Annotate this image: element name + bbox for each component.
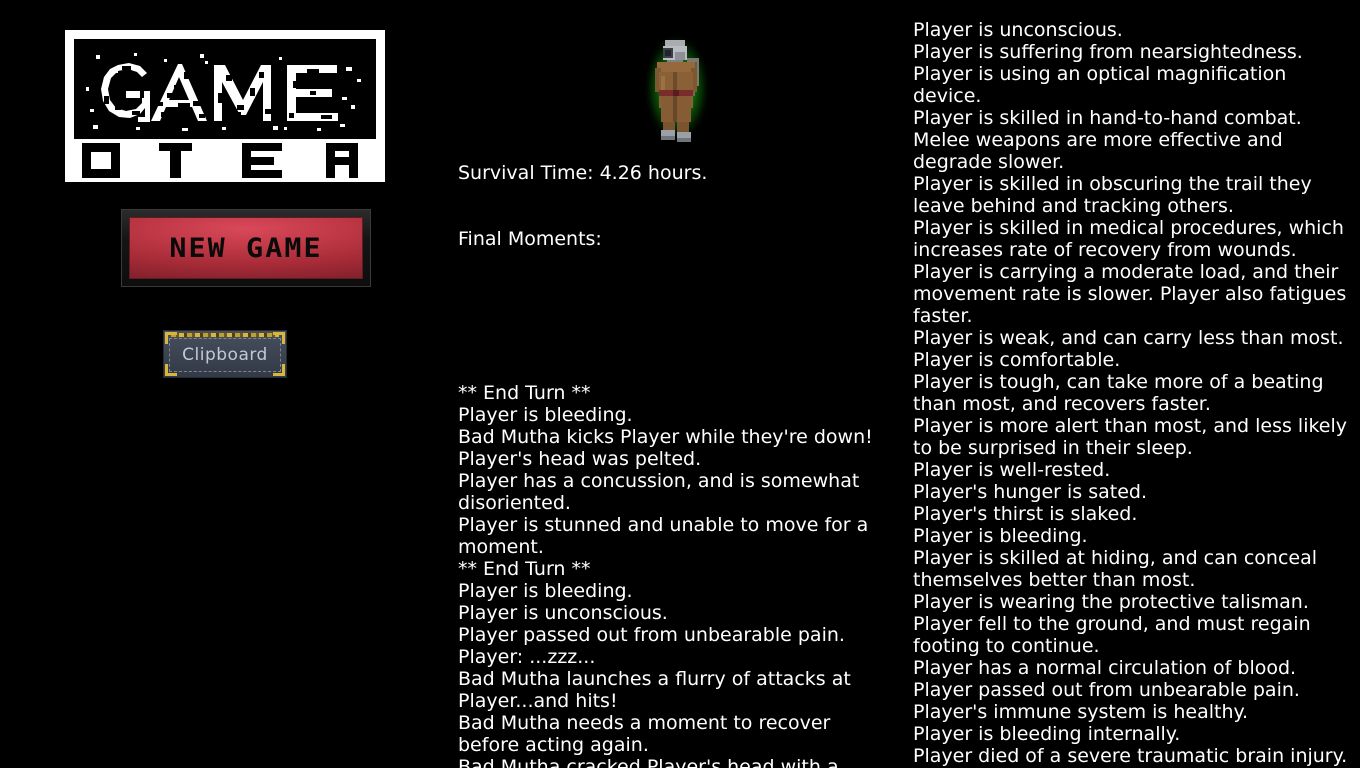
logo-over-text xyxy=(82,143,358,178)
right-panel: Player is unconscious. Player is sufferin… xyxy=(905,0,1360,768)
event-log-line: Player has a concussion, and is somewhat… xyxy=(458,470,860,514)
status-line: Player is skilled in hand-to-hand combat… xyxy=(913,107,1302,173)
status-line: Player is skilled in medical procedures,… xyxy=(913,217,1344,261)
status-line: Player is wearing the protective talisma… xyxy=(913,591,1309,613)
event-log-line: Player is bleeding. xyxy=(458,404,633,426)
final-moments-heading: Final Moments: xyxy=(458,228,602,250)
survival-time-text: Survival Time: 4.26 hours. xyxy=(458,162,708,184)
player-sprite-icon xyxy=(643,32,711,144)
event-log-line: ** End Turn ** xyxy=(458,382,591,404)
new-game-button-face[interactable]: NEW GAME xyxy=(129,217,363,279)
center-panel: Survival Time: 4.26 hours. Final Moments… xyxy=(450,0,905,768)
status-line: Player is carrying a moderate load, and … xyxy=(913,261,1347,327)
clipboard-button[interactable]: Clipboard xyxy=(163,330,287,378)
status-line: Player is unconscious. xyxy=(913,19,1123,41)
status-line: Player has a normal circulation of blood… xyxy=(913,657,1297,679)
status-line: Player died of a severe traumatic brain … xyxy=(913,745,1348,767)
event-log-line: Bad Mutha kicks Player while they're dow… xyxy=(458,426,873,448)
status-line: Player is more alert than most, and less… xyxy=(913,415,1348,459)
event-log[interactable]: ** End Turn ** Player is bleeding. Bad Mut… xyxy=(458,382,882,768)
status-line: Player is skilled at hiding, and can con… xyxy=(913,547,1318,591)
clipboard-button-label: Clipboard xyxy=(182,345,268,365)
game-over-logo xyxy=(65,30,385,182)
event-log-line: Bad Mutha needs a moment to recover befo… xyxy=(458,712,831,756)
new-game-button[interactable]: NEW GAME xyxy=(121,209,371,287)
clipboard-button-inner[interactable]: Clipboard xyxy=(169,338,281,372)
left-panel: NEW GAME Clipboard xyxy=(0,0,450,768)
event-log-line: Player passed out from unbearable pain. xyxy=(458,624,845,646)
status-line: Player passed out from unbearable pain. xyxy=(913,679,1300,701)
event-log-line: Bad Mutha cracked Player's head with a s… xyxy=(458,756,839,768)
logo-game-panel xyxy=(74,39,376,139)
player-avatar xyxy=(637,28,717,150)
event-log-line: Player is stunned and unable to move for… xyxy=(458,514,869,558)
status-line: Player is comfortable. xyxy=(913,349,1121,371)
status-line: Player is using an optical magnification… xyxy=(913,63,1287,107)
event-log-line: Player's head was pelted. xyxy=(458,448,702,470)
clipboard-top-accent xyxy=(171,333,279,337)
status-line: Player's thirst is slaked. xyxy=(913,503,1138,525)
status-line: Player's immune system is healthy. xyxy=(913,701,1249,723)
status-line: Player is tough, can take more of a beat… xyxy=(913,371,1324,415)
status-line: Player's hunger is sated. xyxy=(913,481,1148,503)
logo-game-text xyxy=(86,53,361,131)
event-log-line: ** End Turn ** xyxy=(458,558,591,580)
event-log-line: Player is unconscious. xyxy=(458,602,668,624)
status-line: Player is bleeding. xyxy=(913,525,1088,547)
event-log-line: Player: ...zzz... xyxy=(458,646,596,668)
status-line: Player is bleeding internally. xyxy=(913,723,1181,745)
status-line: Player is suffering from nearsightedness… xyxy=(913,41,1303,63)
new-game-button-label: NEW GAME xyxy=(169,232,323,264)
status-line: Player fell to the ground, and must rega… xyxy=(913,613,1311,657)
player-status-list[interactable]: Player is unconscious. Player is sufferin… xyxy=(913,19,1358,768)
status-line: Player is weak, and can carry less than … xyxy=(913,327,1344,349)
event-log-line: Bad Mutha launches a flurry of attacks a… xyxy=(458,668,851,712)
status-line: Player is well-rested. xyxy=(913,459,1111,481)
logo-over-bar xyxy=(74,139,376,182)
event-log-line: Player is bleeding. xyxy=(458,580,633,602)
status-line: Player is skilled in obscuring the trail… xyxy=(913,173,1312,217)
